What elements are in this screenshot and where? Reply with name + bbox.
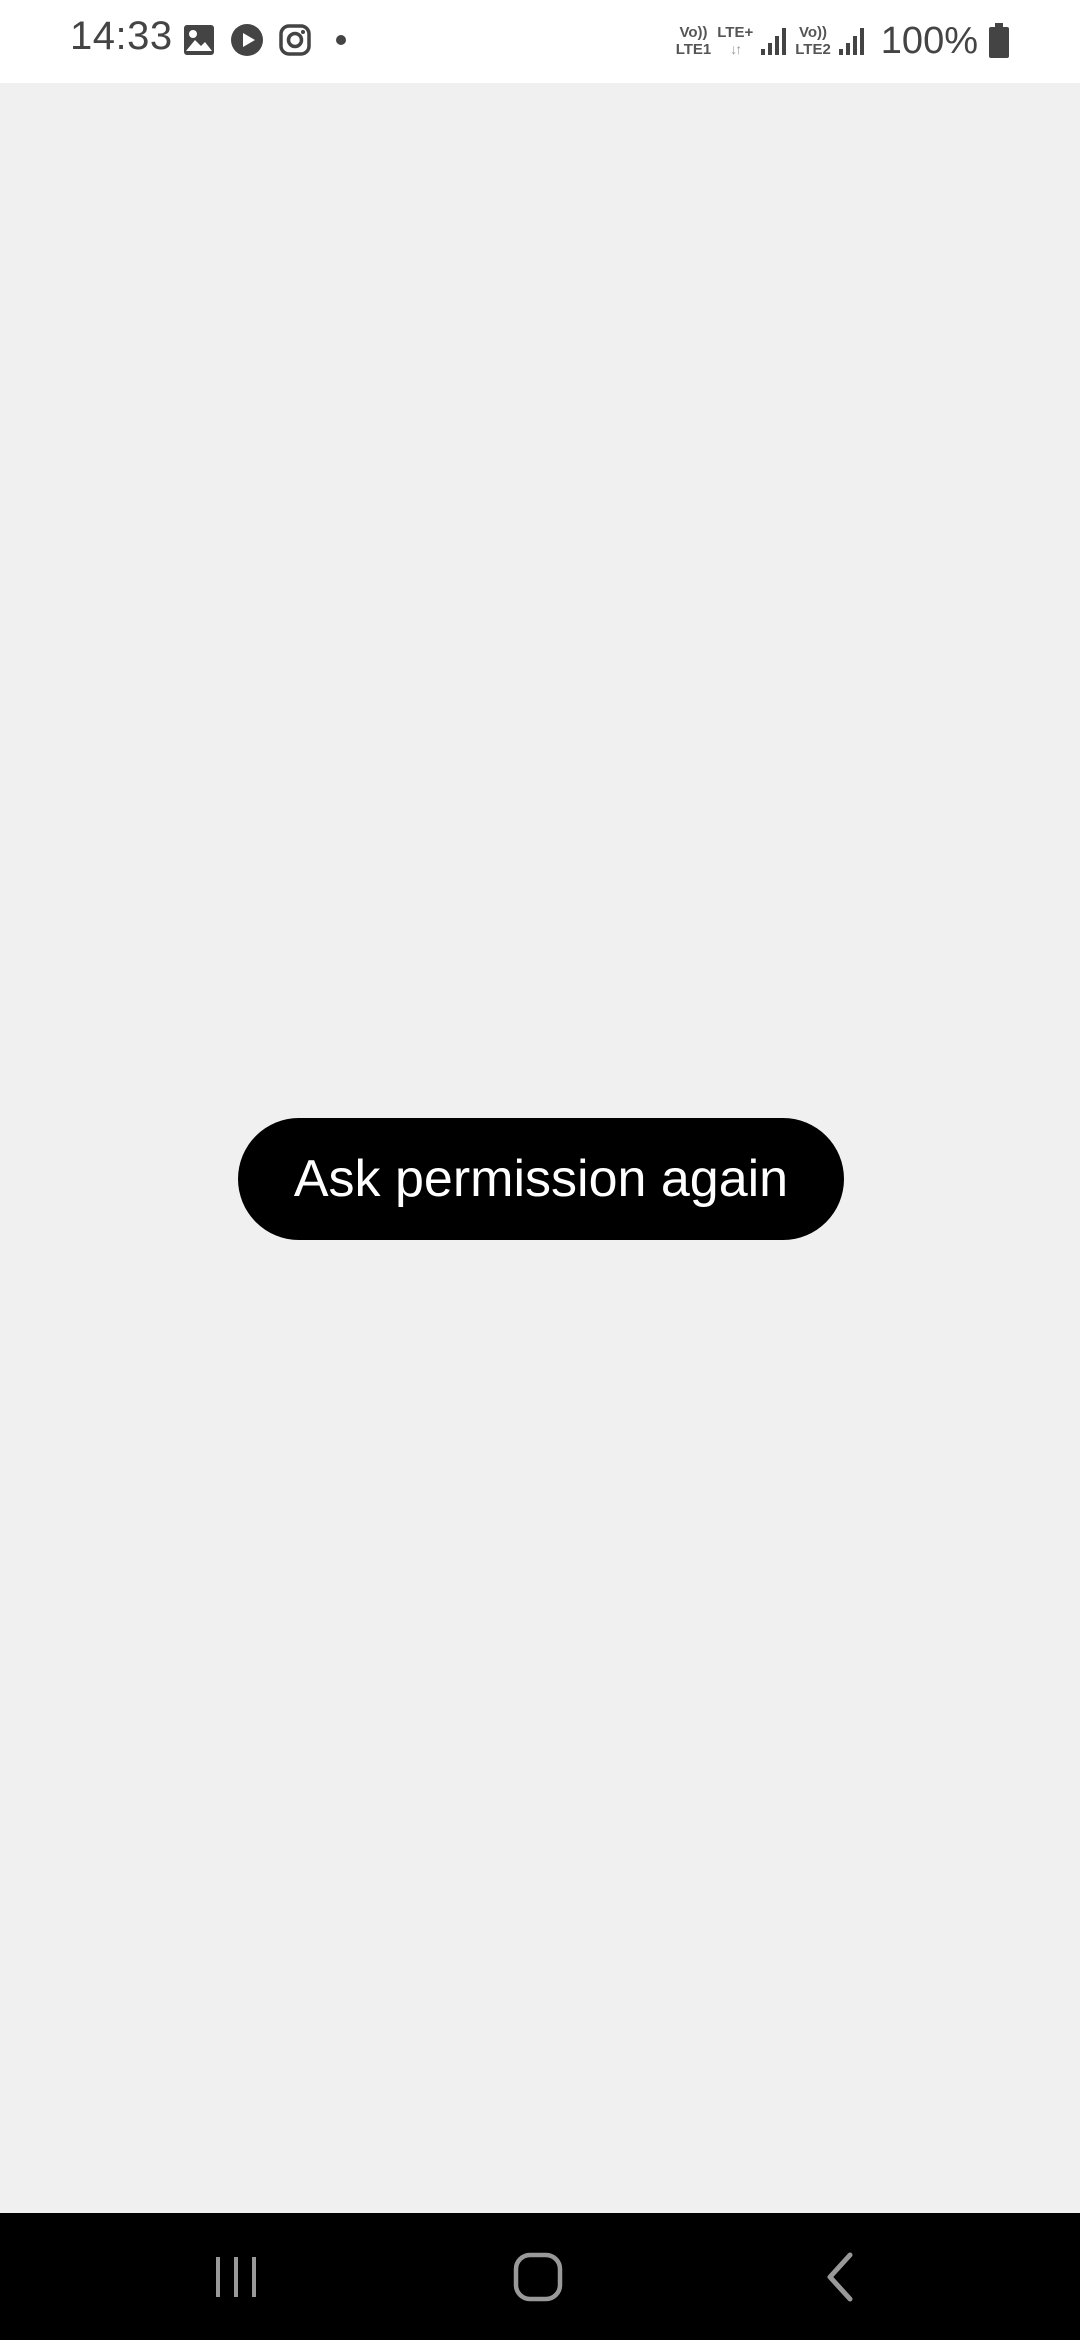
- recent-apps-icon: [216, 2256, 256, 2297]
- youtube-icon: [231, 24, 263, 56]
- sim1-volte-bottom: LTE1: [675, 41, 712, 58]
- sim2-volte-top: Vo)): [798, 24, 828, 41]
- network-type-indicator: LTE+ ↓↑: [717, 24, 753, 58]
- home-icon: [513, 2252, 563, 2301]
- gallery-icon: [184, 25, 214, 55]
- back-icon: [827, 2252, 853, 2301]
- home-button[interactable]: [438, 2213, 638, 2340]
- instagram-icon: [279, 24, 311, 56]
- sim1-volte-indicator: Vo)) LTE1: [676, 24, 712, 58]
- signal-sim1-icon: [761, 28, 787, 55]
- main-content: Ask permission again: [0, 83, 1080, 2213]
- signal-sim2-icon: [838, 28, 864, 55]
- battery-icon: [989, 23, 1009, 58]
- status-time: 14:33: [70, 14, 173, 58]
- data-arrows-icon: ↓↑: [730, 41, 742, 57]
- screen: 14:33 Vo)) LTE1 LTE+ ↓↑ Vo)) LTE2 100% A…: [0, 0, 1080, 2340]
- sim2-volte-indicator: Vo)) LTE2: [795, 24, 831, 58]
- system-icons: Vo)) LTE1 LTE+ ↓↑ Vo)) LTE2 100%: [676, 16, 1010, 66]
- ask-permission-again-button[interactable]: Ask permission again: [238, 1118, 844, 1240]
- navigation-bar: [0, 2213, 1080, 2340]
- recent-apps-button[interactable]: [136, 2213, 336, 2340]
- back-button[interactable]: [740, 2213, 940, 2340]
- battery-percentage: 100%: [880, 19, 978, 62]
- notification-icons: [182, 22, 346, 58]
- more-dot-icon: [336, 35, 346, 45]
- sim1-volte-top: Vo)): [679, 24, 708, 41]
- sim2-volte-bottom: LTE2: [795, 41, 831, 58]
- network-type-label: LTE+: [717, 24, 754, 41]
- status-bar: 14:33 Vo)) LTE1 LTE+ ↓↑ Vo)) LTE2 100%: [0, 0, 1080, 83]
